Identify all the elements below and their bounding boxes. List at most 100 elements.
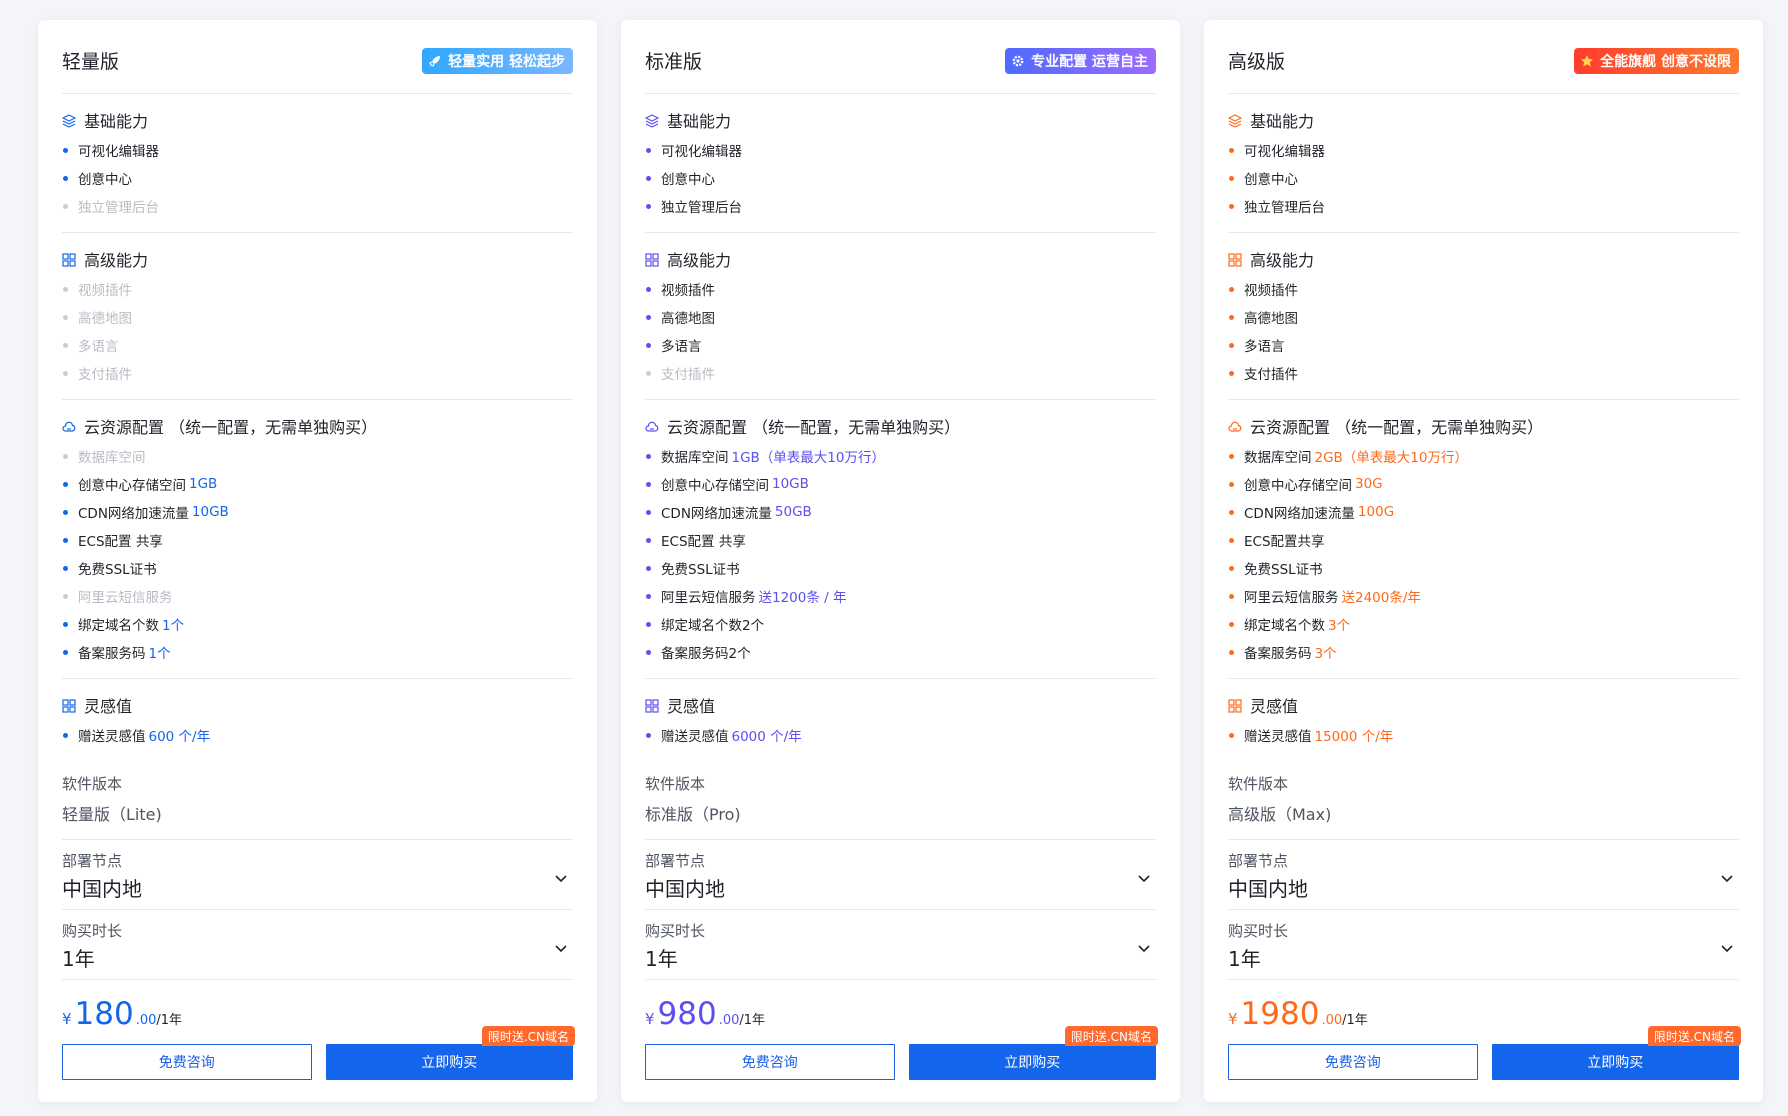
section-title: 基础能力 (667, 112, 732, 131)
feature-text: 阿里云短信服务 (1244, 590, 1339, 606)
bullet-dot (646, 314, 651, 320)
buy-now-button[interactable]: 立即购买 限时送.CN域名 (908, 1026, 1158, 1080)
feature-item: ECS配置共享 (1228, 526, 1739, 554)
version-label: 软件版本 (645, 775, 706, 793)
bullet-dot (646, 732, 651, 738)
bullet-dot (646, 286, 651, 292)
bullet-dot (63, 649, 68, 655)
feature-item: 创意中心 (62, 164, 573, 192)
bullet-dot (63, 453, 68, 459)
feature-item: 创意中心存储空间 10GB (645, 470, 1156, 498)
feature-sections: 基础能力 可视化编辑器 创意中心 独立管理后台 高级能力 视频插件 高德地图 多语言 支付插件云… (61, 94, 573, 761)
deploy-label: 部署节点 (645, 852, 706, 870)
chevron-down-icon[interactable] (1719, 940, 1735, 956)
bullet-dot (63, 732, 68, 738)
feature-item: 备案服务码2个 (645, 638, 1156, 666)
feature-text: 支付插件 (1244, 367, 1298, 383)
deploy-node-select[interactable]: 部署节点 中国内地 (1228, 840, 1739, 910)
deploy-node-select[interactable]: 部署节点 中国内地 (645, 840, 1156, 910)
section-title: 基础能力 (1250, 112, 1315, 131)
bullet-dot (1229, 203, 1234, 209)
price-period: /1年 (1342, 1013, 1368, 1028)
promo-tag: 限时送.CN域名 (1064, 1026, 1158, 1046)
bullet-dot (1229, 509, 1234, 515)
feature-value: 1个 (162, 618, 185, 634)
bullet-dot (1229, 593, 1234, 599)
feature-text: 创意中心 (78, 172, 132, 188)
gear-icon (1011, 54, 1025, 68)
feature-item: 视频插件 (1228, 275, 1739, 303)
version-value: 高级版（Max) (1228, 805, 1332, 824)
feature-item: ECS配置 共享 (62, 526, 573, 554)
bullet-dot (1229, 453, 1234, 459)
duration-select[interactable]: 购买时长 1年 (62, 910, 573, 980)
buy-now-label: 立即购买 (1587, 1055, 1644, 1071)
bullet-dot (63, 147, 68, 153)
chevron-down-icon[interactable] (1136, 940, 1152, 956)
feature-sections: 基础能力 可视化编辑器 创意中心 独立管理后台 高级能力 视频插件 高德地图 多语言 支付插件云… (644, 94, 1156, 761)
feature-text: 高德地图 (1244, 311, 1298, 327)
feature-item: 高德地图 (645, 303, 1156, 331)
section-title: 高级能力 (84, 251, 149, 270)
feature-text: 独立管理后台 (78, 200, 159, 216)
feature-value: 3个 (1328, 618, 1351, 634)
feature-text: 阿里云短信服务 (661, 590, 756, 606)
grid-icon (62, 252, 76, 267)
section-header: 基础能力 (61, 108, 573, 132)
plan-card-2: 高级版 全能旗舰 创意不设限 基础能力 可视化编辑器 创意中心 独立管理后台 高级能力视… (1204, 20, 1763, 1102)
feature-item: 可视化编辑器 (645, 136, 1156, 164)
duration-select[interactable]: 购买时长 1年 (1228, 910, 1739, 980)
chevron-down-icon[interactable] (1719, 870, 1735, 886)
feature-item: 多语言 (62, 331, 573, 359)
free-consult-button[interactable]: 免费咨询 (645, 1044, 895, 1080)
chevron-down-icon[interactable] (553, 870, 569, 886)
feature-text: 赠送灵感值 (1244, 729, 1312, 745)
feature-item: 数据库空间 2GB（单表最大10万行） (1228, 442, 1739, 470)
deploy-node-select[interactable]: 部署节点 中国内地 (62, 840, 573, 910)
feature-item: ECS配置 共享 (645, 526, 1156, 554)
chevron-down-icon[interactable] (553, 940, 569, 956)
feature-value: 30G (1355, 476, 1383, 492)
feature-item: 支付插件 (1228, 359, 1739, 387)
buy-now-button[interactable]: 立即购买 限时送.CN域名 (1491, 1026, 1741, 1080)
feature-value: 15000 个/年 (1314, 729, 1394, 745)
bullet-dot (63, 342, 68, 348)
bullet-dot (63, 509, 68, 515)
feature-text: 免费SSL证书 (78, 562, 157, 578)
duration-value: 1年 (1228, 947, 1261, 971)
bullet-dot (1229, 732, 1234, 738)
bullet-dot (646, 593, 651, 599)
duration-label: 购买时长 (1228, 922, 1289, 940)
feature-item: 可视化编辑器 (1228, 136, 1739, 164)
feature-text: 赠送灵感值 (78, 729, 146, 745)
feature-value: 2GB（单表最大10万行） (1314, 450, 1469, 466)
bullet-dot (646, 565, 651, 571)
free-consult-button[interactable]: 免费咨询 (1228, 1044, 1478, 1080)
feature-item: 备案服务码 3个 (1228, 638, 1739, 666)
plan-header: 标准版 专业配置 运营自主 (645, 20, 1156, 94)
chevron-down-icon[interactable] (1136, 870, 1152, 886)
bullet-dot (63, 621, 68, 627)
promo-tag: 限时送.CN域名 (481, 1026, 575, 1046)
feature-item: 高德地图 (62, 303, 573, 331)
feature-text: 备案服务码 (1244, 646, 1312, 662)
bullet-dot (1229, 342, 1234, 348)
feature-section: 云资源配置 （统一配置，无需单独购买） 数据库空间 2GB（单表最大10万行） 创意中… (1228, 400, 1739, 679)
version-value: 轻量版（Lite) (62, 805, 162, 824)
feature-text: 创意中心存储空间 (661, 478, 769, 494)
duration-select[interactable]: 购买时长 1年 (645, 910, 1156, 980)
feature-item: 数据库空间 1GB（单表最大10万行） (645, 442, 1156, 470)
bullet-dot (63, 370, 68, 376)
feature-section: 基础能力 可视化编辑器 创意中心 独立管理后台 (1227, 94, 1739, 233)
feature-item: CDN网络加速流量 10GB (62, 498, 573, 526)
section-title: 云资源配置 （统一配置，无需单独购买） (84, 418, 378, 437)
buy-now-button[interactable]: 立即购买 限时送.CN域名 (325, 1026, 575, 1080)
feature-section: 基础能力 可视化编辑器 创意中心 独立管理后台 (644, 94, 1156, 233)
bullet-dot (646, 649, 651, 655)
feature-value: 3个 (1314, 646, 1337, 662)
feature-text: 独立管理后台 (1244, 200, 1325, 216)
feature-text: 阿里云短信服务 (78, 590, 173, 606)
free-consult-button[interactable]: 免费咨询 (62, 1044, 312, 1080)
price: ¥ 1980 .00 /1年 (1228, 980, 1739, 1032)
bullet-dot (646, 175, 651, 181)
